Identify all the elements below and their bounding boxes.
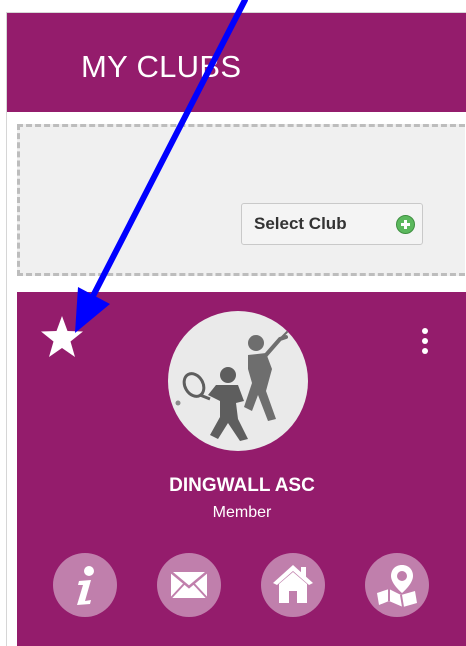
page-title: MY CLUBS <box>81 49 242 84</box>
club-card: DINGWALL ASC Member <box>17 292 466 646</box>
club-membership-role: Member <box>212 504 272 521</box>
plus-circle-icon <box>396 215 415 234</box>
club-name: DINGWALL ASC <box>169 475 315 496</box>
home-icon[interactable] <box>261 553 325 617</box>
map-pin-icon[interactable] <box>365 553 429 617</box>
club-logo <box>168 311 308 451</box>
page-header: MY CLUBS <box>7 13 466 112</box>
info-icon[interactable] <box>53 553 117 617</box>
select-club-label: Select Club <box>254 214 347 233</box>
my-clubs-panel: MY CLUBS Select Club DINGWALL ASC Member <box>6 12 466 646</box>
mail-icon[interactable] <box>157 553 221 617</box>
star-icon[interactable] <box>39 314 85 360</box>
tennis-golf-logo-icon <box>175 326 293 441</box>
select-club-dropzone <box>17 124 465 276</box>
select-club-button[interactable]: Select Club <box>241 203 423 245</box>
kebab-menu-icon[interactable] <box>420 328 430 360</box>
